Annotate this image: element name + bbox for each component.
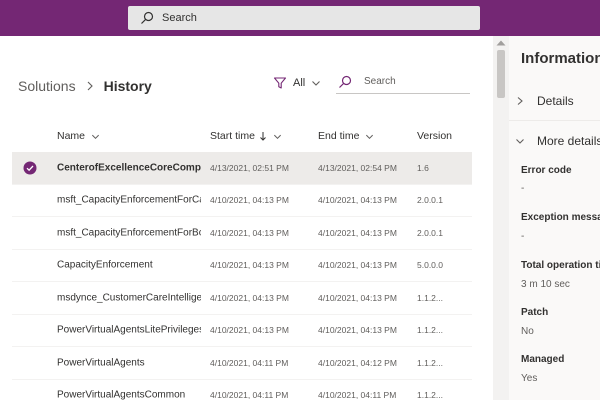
row-version: 1.1.2... [417,357,443,368]
row-start-time: 4/10/2021, 04:13 PM [210,195,289,206]
checkmark-circle-icon[interactable] [23,161,37,175]
details-section-toggle[interactable]: Details [515,94,574,108]
row-end-time: 4/10/2021, 04:12 PM [318,357,397,368]
chevron-down-icon [366,134,374,139]
chevron-down-icon [312,81,321,86]
row-version: 1.6 [417,162,429,173]
row-start-time: 4/10/2021, 04:11 PM [210,357,289,368]
panel-divider [509,120,600,121]
row-start-time: 4/10/2021, 04:13 PM [210,227,289,238]
chevron-right-icon [517,97,523,105]
table-row[interactable]: PowerVirtualAgents 4/10/2021, 04:11 PM 4… [12,347,472,380]
field-value-total-operation-time: 3 m 10 sec [521,279,570,290]
table-row[interactable]: msdynce_CustomerCareIntelligence 4/10/20… [12,282,472,315]
row-name: msft_CapacityEnforcementForCanvas [57,194,201,206]
column-header-name[interactable]: Name [57,130,100,142]
table-row[interactable]: PowerVirtualAgentsLitePrivileges 4/10/20… [12,315,472,347]
row-end-time: 4/10/2021, 04:11 PM [318,390,397,400]
column-header-end-label: End time [318,130,360,142]
history-table: Name Start time End time Version Centero… [12,122,472,400]
history-search-placeholder: Search [364,76,396,87]
table-row[interactable]: msft_CapacityEnforcementForCanvas 4/10/2… [12,185,472,217]
chevron-down-icon [273,134,281,139]
row-name: msft_CapacityEnforcementForBots [57,227,201,239]
search-icon [339,75,352,88]
row-name: PowerVirtualAgentsLitePrivileges [57,324,201,336]
row-version: 5.0.0.0 [417,260,443,271]
row-start-time: 4/13/2021, 02:51 PM [210,162,289,173]
field-value-error-code: - [521,183,525,194]
chevron-down-icon [92,134,100,139]
vertical-scrollbar[interactable] [493,36,509,400]
field-value-managed: Yes [521,373,538,384]
row-name: CenterofExcellenceCoreComponents [57,162,201,174]
row-name: CapacityEnforcement [57,259,153,271]
field-label-managed: Managed [521,354,565,365]
table-header: Name Start time End time Version [12,122,472,152]
row-end-time: 4/10/2021, 04:13 PM [318,227,397,238]
breadcrumb-solutions[interactable]: Solutions [18,78,76,94]
row-start-time: 4/10/2021, 04:13 PM [210,260,289,271]
more-details-section-toggle[interactable]: More details [515,134,600,148]
row-version: 2.0.0.1 [417,227,443,238]
row-start-time: 4/10/2021, 04:13 PM [210,292,289,303]
row-start-time: 4/10/2021, 04:11 PM [210,390,289,400]
filter-dropdown[interactable]: All [273,76,321,90]
global-search-placeholder: Search [162,12,197,24]
field-label-error-code: Error code [521,165,572,176]
row-end-time: 4/13/2021, 02:54 PM [318,162,397,173]
main-content: Solutions History All Search Name Start … [0,36,493,400]
breadcrumb-history: History [103,78,152,94]
column-header-version-label: Version [417,130,453,142]
column-header-version[interactable]: Version [417,130,452,142]
row-end-time: 4/10/2021, 04:13 PM [318,292,397,303]
table-row[interactable]: CapacityEnforcement 4/10/2021, 04:13 PM … [12,250,472,282]
field-value-patch: No [521,326,534,337]
row-end-time: 4/10/2021, 04:13 PM [318,195,397,206]
filter-label: All [293,77,306,89]
table-row[interactable]: PowerVirtualAgentsCommon 4/10/2021, 04:1… [12,380,472,400]
column-header-name-label: Name [57,130,86,142]
scroll-up-arrow-icon[interactable] [496,40,506,46]
sort-descending-icon [260,132,266,141]
breadcrumb: Solutions History [18,78,152,94]
column-header-end-time[interactable]: End time [318,130,374,142]
row-name: PowerVirtualAgentsCommon [57,389,186,400]
history-search-input[interactable]: Search [336,70,470,94]
table-row[interactable]: CenterofExcellenceCoreComponents 4/13/20… [12,152,472,185]
row-version: 1.1.2... [417,325,443,336]
field-label-exception-message: Exception message [521,212,600,223]
row-end-time: 4/10/2021, 04:13 PM [318,260,397,271]
chevron-right-icon [87,81,93,91]
field-label-patch: Patch [521,307,549,318]
top-bar: Search [0,0,600,36]
details-section-label: Details [537,94,574,108]
panel-title: Information [521,50,600,67]
search-icon [141,11,154,24]
row-version: 2.0.0.1 [417,195,443,206]
chevron-down-icon [516,139,524,144]
field-label-total-operation-time: Total operation time [521,260,600,271]
scrollbar-thumb[interactable] [497,50,505,98]
table-row[interactable]: msft_CapacityEnforcementForBots 4/10/202… [12,217,472,250]
row-name: PowerVirtualAgents [57,357,145,369]
column-header-start-label: Start time [210,130,255,142]
more-details-section-label: More details [537,134,600,148]
row-end-time: 4/10/2021, 04:13 PM [318,325,397,336]
information-panel: Information Details More details Error c… [509,36,600,400]
column-header-start-time[interactable]: Start time [210,130,282,142]
field-value-exception-message: - [521,231,525,242]
filter-icon [273,77,287,89]
row-start-time: 4/10/2021, 04:13 PM [210,325,289,336]
row-name: msdynce_CustomerCareIntelligence [57,292,201,304]
row-version: 1.1.2... [417,292,443,303]
row-version: 1.1.2... [417,390,443,400]
global-search-box[interactable]: Search [128,6,480,30]
